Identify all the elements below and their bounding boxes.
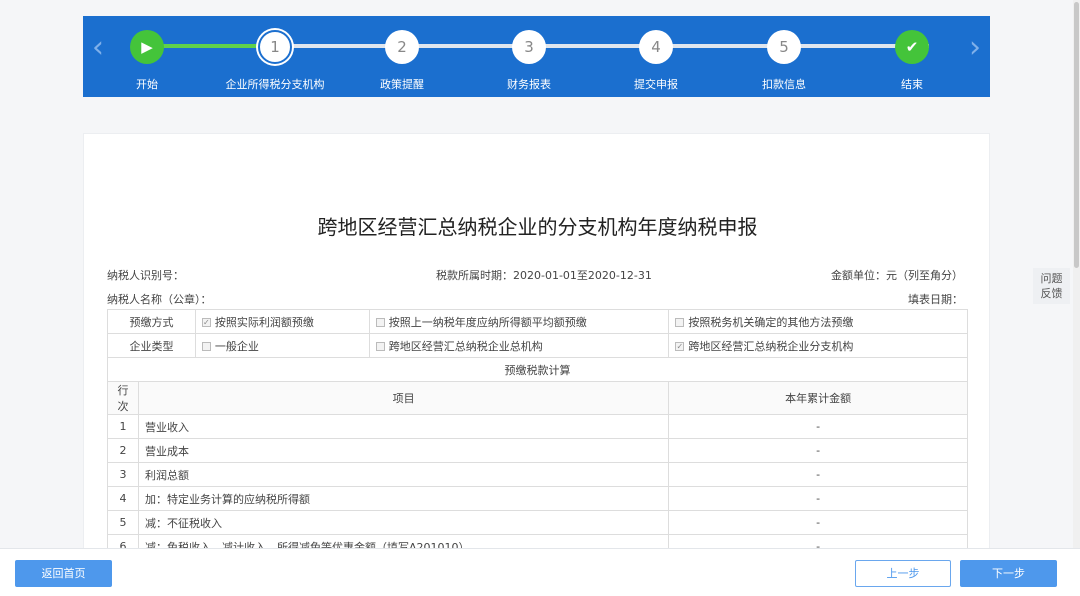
step-policy[interactable]: 2 政策提醒 [342, 30, 462, 92]
row-number: 1 [107, 414, 139, 439]
step-number: 4 [639, 30, 673, 64]
page: ‹ › ▶ 开始 1 企业所得税分支机构 2 政策提醒 3 财务报表 4 提交申… [0, 0, 1080, 596]
step-label: 财务报表 [507, 78, 551, 91]
prepay-option-actual[interactable]: ✓ 按照实际利润额预缴 [194, 309, 370, 334]
option-label: 跨地区经营汇总纳税企业分支机构 [688, 339, 854, 353]
enterprise-option-branch[interactable]: ✓ 跨地区经营汇总纳税企业分支机构 [668, 333, 968, 358]
row-number: 4 [107, 486, 139, 511]
checkbox-icon[interactable] [675, 318, 685, 327]
step-submit[interactable]: 4 提交申报 [596, 30, 716, 92]
enterprise-type-row: 企业类型 一般企业 跨地区经营汇总纳税企业总机构 ✓ 跨地区经营汇总纳税企业分支机… [107, 333, 968, 358]
section-row: 预缴税款计算 [107, 357, 968, 382]
step-deduction[interactable]: 5 扣款信息 [724, 30, 844, 92]
fill-date-label: 填表日期： [908, 293, 963, 306]
step-label: 政策提醒 [380, 78, 424, 91]
option-label: 按照税务机关确定的其他方法预缴 [688, 315, 854, 329]
step-label: 结束 [901, 78, 923, 91]
step-start[interactable]: ▶ 开始 [87, 30, 207, 92]
table-row: 5 减：不征税收入 - [107, 510, 968, 535]
row-amount[interactable]: - [668, 462, 968, 487]
row-amount[interactable]: - [668, 438, 968, 463]
scrollbar-thumb[interactable] [1074, 2, 1079, 268]
step-label: 扣款信息 [762, 78, 806, 91]
declaration-form: 跨地区经营汇总纳税企业的分支机构年度纳税申报 纳税人识别号： 税款所属时期：20… [83, 133, 990, 563]
enterprise-type-label: 企业类型 [107, 333, 196, 358]
row-amount[interactable]: - [668, 414, 968, 439]
row-amount[interactable]: - [668, 486, 968, 511]
feedback-button[interactable]: 问题 反馈 [1033, 268, 1070, 304]
prev-step-button[interactable]: 上一步 [855, 560, 951, 587]
tax-period: 税款所属时期：2020-01-01至2020-12-31 [436, 269, 652, 282]
step-number: 3 [512, 30, 546, 64]
play-icon: ▶ [130, 30, 164, 64]
table-row: 4 加：特定业务计算的应纳税所得额 - [107, 486, 968, 511]
row-item: 营业成本 [137, 438, 670, 463]
amount-unit: 金额单位：元（列至角分） [831, 269, 963, 282]
taxpayer-id-label: 纳税人识别号： [107, 269, 184, 282]
feedback-line2: 反馈 [1040, 287, 1063, 300]
row-item: 利润总额 [137, 462, 670, 487]
option-label: 跨地区经营汇总纳税企业总机构 [388, 339, 543, 353]
step-financial[interactable]: 3 财务报表 [469, 30, 589, 92]
checkbox-icon[interactable] [375, 342, 385, 351]
option-label: 按照上一纳税年度应纳所得额平均额预缴 [388, 315, 587, 329]
bottom-bar: 返回首页 上一步 下一步 [0, 548, 1080, 596]
feedback-line1: 问题 [1040, 272, 1063, 285]
step-number: 1 [258, 30, 292, 64]
row-item: 营业收入 [137, 414, 670, 439]
next-step-button[interactable]: 下一步 [960, 560, 1057, 587]
col-item-header: 项目 [137, 381, 670, 415]
checkbox-icon[interactable] [201, 342, 211, 351]
checkbox-checked-icon[interactable]: ✓ [675, 342, 685, 351]
prepay-option-other[interactable]: 按照税务机关确定的其他方法预缴 [668, 309, 968, 334]
scrollbar[interactable] [1073, 0, 1080, 596]
step-label: 提交申报 [634, 78, 678, 91]
enterprise-option-general[interactable]: 一般企业 [194, 333, 370, 358]
table-row: 3 利润总额 - [107, 462, 968, 487]
prepay-option-average[interactable]: 按照上一纳税年度应纳所得额平均额预缴 [368, 309, 670, 334]
row-number: 3 [107, 462, 139, 487]
taxpayer-name-label: 纳税人名称（公章）： [107, 293, 212, 306]
prepay-method-row: 预缴方式 ✓ 按照实际利润额预缴 按照上一纳税年度应纳所得额平均额预缴 按照税务机… [107, 309, 968, 334]
check-icon: ✔ [895, 30, 929, 64]
row-item: 加：特定业务计算的应纳税所得额 [137, 486, 670, 511]
progress-stepper: ‹ › ▶ 开始 1 企业所得税分支机构 2 政策提醒 3 财务报表 4 提交申… [83, 16, 990, 97]
step-end[interactable]: ✔ 结束 [852, 30, 972, 92]
row-number: 2 [107, 438, 139, 463]
step-label: 开始 [136, 78, 158, 91]
row-number: 5 [107, 510, 139, 535]
step-branch-tax[interactable]: 1 企业所得税分支机构 [215, 30, 335, 92]
step-label: 企业所得税分支机构 [225, 78, 325, 91]
checkbox-icon[interactable] [375, 318, 385, 327]
form-title: 跨地区经营汇总纳税企业的分支机构年度纳税申报 [317, 215, 758, 239]
table-row: 2 营业成本 - [107, 438, 968, 463]
checkbox-checked-icon[interactable]: ✓ [201, 318, 211, 327]
table-header-row: 行次 项目 本年累计金额 [107, 381, 968, 415]
home-button[interactable]: 返回首页 [15, 560, 112, 587]
col-row-header: 行次 [107, 381, 139, 415]
tax-table: 预缴方式 ✓ 按照实际利润额预缴 按照上一纳税年度应纳所得额平均额预缴 按照税务机… [107, 309, 968, 559]
prepay-method-label: 预缴方式 [107, 309, 196, 334]
option-label: 按照实际利润额预缴 [214, 315, 314, 329]
section-title: 预缴税款计算 [107, 357, 968, 382]
option-label: 一般企业 [214, 339, 259, 353]
enterprise-option-head[interactable]: 跨地区经营汇总纳税企业总机构 [368, 333, 670, 358]
row-amount[interactable]: - [668, 510, 968, 535]
row-item: 减：不征税收入 [137, 510, 670, 535]
col-amount-header: 本年累计金额 [668, 381, 968, 415]
step-number: 5 [767, 30, 801, 64]
table-row: 1 营业收入 - [107, 414, 968, 439]
step-number: 2 [385, 30, 419, 64]
